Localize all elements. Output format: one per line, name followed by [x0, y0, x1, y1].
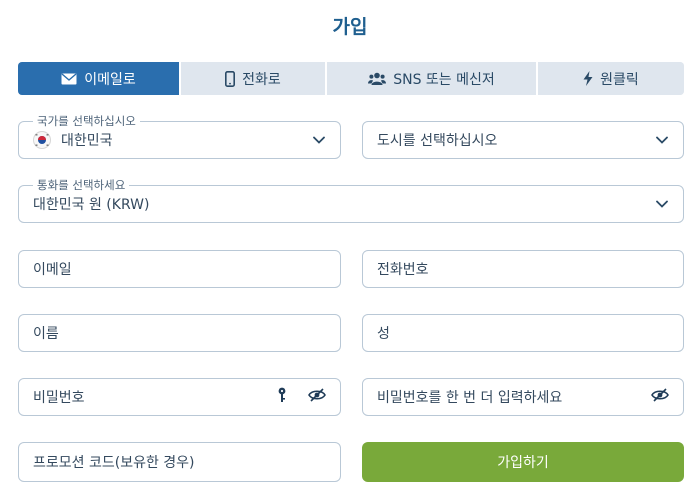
lightning-icon [583, 71, 593, 86]
tab-one-click[interactable]: 원클릭 [538, 62, 684, 95]
phone-field-placeholder: 전화번호 [377, 262, 429, 278]
last-name-field[interactable]: 성 [362, 314, 684, 352]
tab-email[interactable]: 이메일로 [18, 62, 181, 95]
currency-select-label: 통화를 선택하세요 [33, 177, 130, 193]
country-select[interactable]: 국가를 선택하십시오 대한민국 [18, 113, 341, 159]
signup-method-tabs: 이메일로 전화로 SNS 또는 메신저 원클릭 [18, 62, 684, 95]
password-repeat-field-placeholder: 비밀번호를 한 번 더 입력하세요 [377, 390, 563, 406]
email-field[interactable]: 이메일 [18, 250, 341, 288]
south-korea-flag-icon [33, 131, 51, 149]
promo-code-field[interactable]: 프로모션 코드(보유한 경우) [18, 442, 341, 482]
first-name-field-placeholder: 이름 [33, 326, 59, 342]
tab-phone[interactable]: 전화로 [181, 62, 327, 95]
password-repeat-field[interactable]: 비밀번호를 한 번 더 입력하세요 [362, 378, 684, 416]
chevron-down-icon [655, 133, 669, 147]
city-select[interactable]: 도시를 선택하십시오 [362, 121, 684, 159]
last-name-field-placeholder: 성 [377, 326, 390, 342]
tab-sns-label: SNS 또는 메신저 [393, 71, 495, 88]
chevron-down-icon [312, 133, 326, 147]
key-icon[interactable] [278, 387, 286, 407]
signup-submit-button[interactable]: 가입하기 [362, 442, 684, 482]
country-select-label: 국가를 선택하십시오 [33, 113, 140, 129]
page-title: 가입 [332, 16, 368, 38]
password-field[interactable]: 비밀번호 [18, 378, 341, 416]
phone-field[interactable]: 전화번호 [362, 250, 684, 288]
currency-select-value: 대한민국 원 (KRW) [33, 197, 150, 213]
city-select-placeholder: 도시를 선택하십시오 [377, 133, 498, 149]
currency-select[interactable]: 통화를 선택하세요 대한민국 원 (KRW) [18, 177, 684, 223]
mobile-phone-icon [225, 70, 236, 87]
tab-email-label: 이메일로 [84, 71, 136, 88]
tab-phone-label: 전화로 [242, 71, 281, 88]
password-field-placeholder: 비밀번호 [33, 390, 85, 406]
eye-slash-icon[interactable] [651, 388, 669, 406]
tab-one-click-label: 원클릭 [600, 71, 639, 88]
users-icon [368, 72, 387, 85]
envelope-icon [61, 72, 77, 85]
country-select-value: 대한민국 [61, 133, 113, 149]
email-field-placeholder: 이메일 [33, 262, 72, 278]
promo-code-field-placeholder: 프로모션 코드(보유한 경우) [33, 455, 195, 471]
chevron-down-icon [655, 197, 669, 211]
eye-slash-icon[interactable] [308, 388, 326, 406]
first-name-field[interactable]: 이름 [18, 314, 341, 352]
tab-sns-messenger[interactable]: SNS 또는 메신저 [327, 62, 538, 95]
